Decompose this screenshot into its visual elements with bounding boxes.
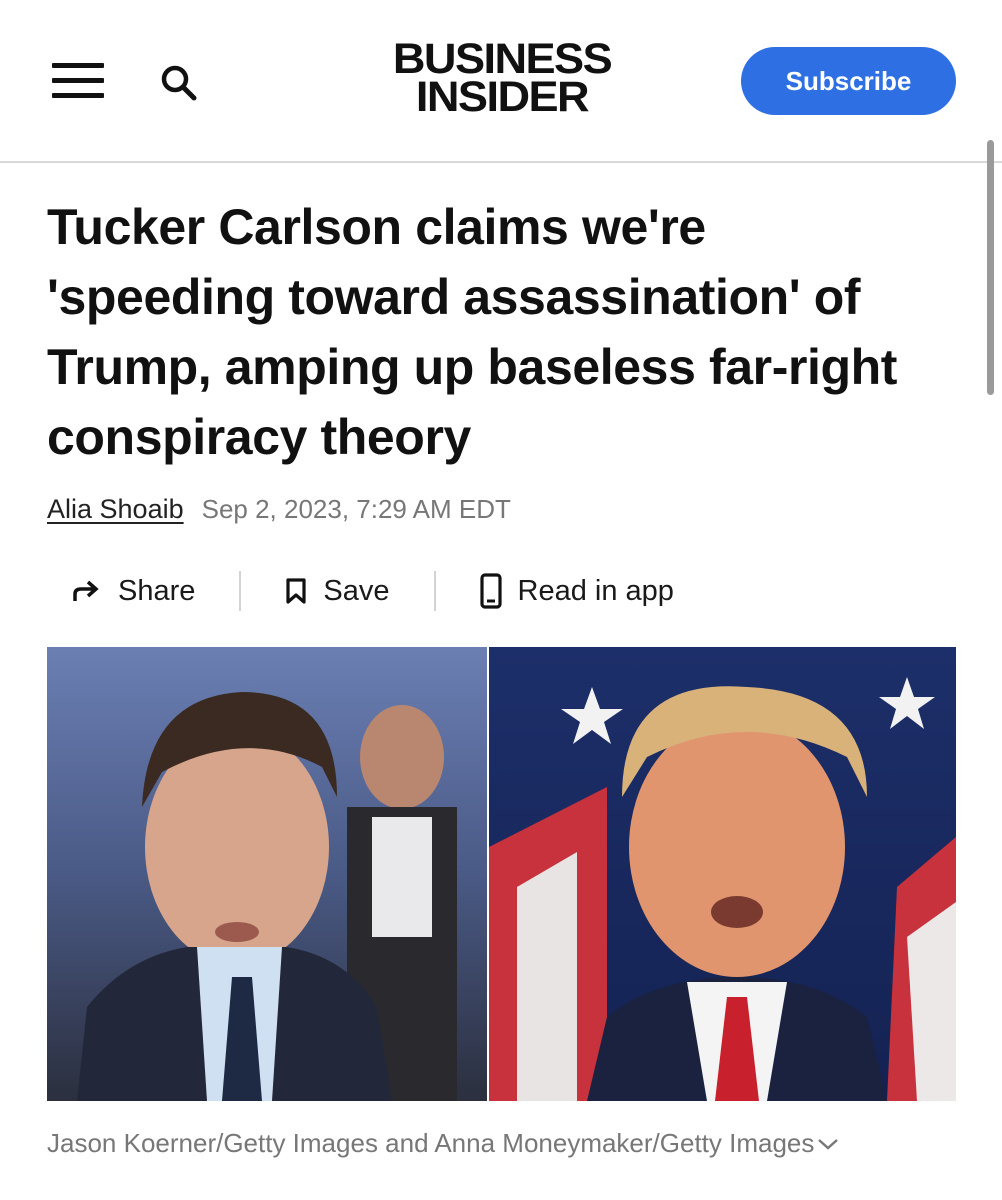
right-portrait	[489, 647, 956, 1101]
share-button[interactable]: Share	[72, 575, 195, 608]
read-in-app-button[interactable]: Read in app	[479, 573, 674, 609]
article-photo-composite	[47, 647, 956, 1101]
left-portrait	[47, 647, 487, 1101]
subscribe-button[interactable]: Subscribe	[741, 47, 956, 115]
image-caption[interactable]: Jason Koerner/Getty Images and Anna Mone…	[47, 1128, 967, 1159]
caption-text: Jason Koerner/Getty Images and Anna Mone…	[47, 1128, 815, 1158]
article-image[interactable]	[47, 647, 956, 1101]
logo-line-2: INSIDER	[415, 73, 590, 121]
search-icon	[161, 65, 197, 101]
hamburger-menu-icon	[52, 63, 104, 68]
read-in-app-label: Read in app	[517, 574, 674, 607]
save-button[interactable]: Save	[285, 574, 390, 608]
phone-icon	[479, 573, 502, 609]
site-logo[interactable]: BUSINESS INSIDER	[366, 38, 639, 121]
chevron-down-icon[interactable]	[816, 1136, 840, 1152]
article-headline: Tucker Carlson claims we're 'speeding to…	[47, 199, 898, 465]
article-actions: Share Save Read in app	[72, 565, 674, 617]
action-divider	[239, 571, 242, 611]
share-label: Share	[118, 574, 196, 607]
site-header: BUSINESS INSIDER Subscribe	[0, 0, 1002, 163]
search-button[interactable]	[158, 62, 202, 106]
hamburger-menu-icon-bar	[52, 78, 104, 83]
page-scrollbar[interactable]	[987, 140, 994, 395]
action-divider	[433, 571, 436, 611]
byline: Alia Shoaib Sep 2, 2023, 7:29 AM EDT	[47, 494, 511, 534]
publish-date: Sep 2, 2023, 7:29 AM EDT	[201, 494, 511, 524]
hamburger-menu-icon-bar	[52, 93, 104, 98]
save-label: Save	[323, 574, 390, 607]
share-arrow-icon	[73, 580, 99, 601]
author-link[interactable]: Alia Shoaib	[47, 494, 184, 525]
menu-button[interactable]	[52, 63, 104, 99]
bookmark-icon	[286, 578, 306, 604]
